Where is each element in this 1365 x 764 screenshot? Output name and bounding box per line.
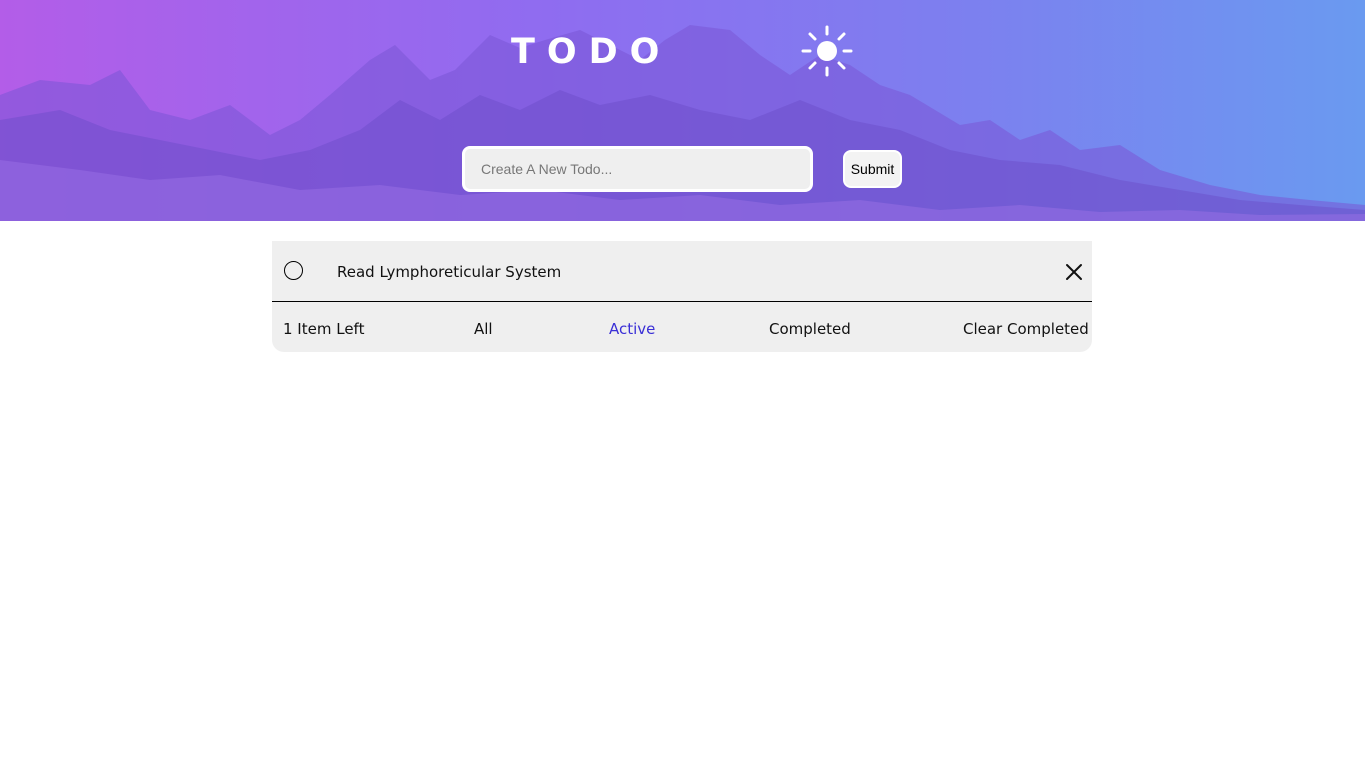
new-todo-input[interactable]	[462, 146, 813, 192]
app-title: TODO	[511, 32, 672, 72]
filter-active[interactable]: Active	[609, 320, 655, 338]
todo-item-text: Read Lymphoreticular System	[337, 263, 562, 281]
header-banner: TODO Submit	[0, 0, 1365, 221]
todo-footer: 1 Item Left All Active Completed Clear C…	[272, 302, 1092, 352]
sun-icon[interactable]	[801, 25, 853, 77]
filter-all[interactable]: All	[474, 320, 493, 338]
todo-item: Read Lymphoreticular System	[272, 241, 1092, 302]
circle-icon[interactable]	[284, 261, 303, 280]
clear-completed-button[interactable]: Clear Completed	[963, 320, 1089, 338]
submit-button[interactable]: Submit	[843, 150, 902, 188]
items-left-count: 1 Item Left	[283, 320, 365, 338]
todo-list-card: Read Lymphoreticular System 1 Item Left …	[272, 241, 1092, 352]
close-icon[interactable]	[1064, 262, 1084, 282]
filter-completed[interactable]: Completed	[769, 320, 851, 338]
